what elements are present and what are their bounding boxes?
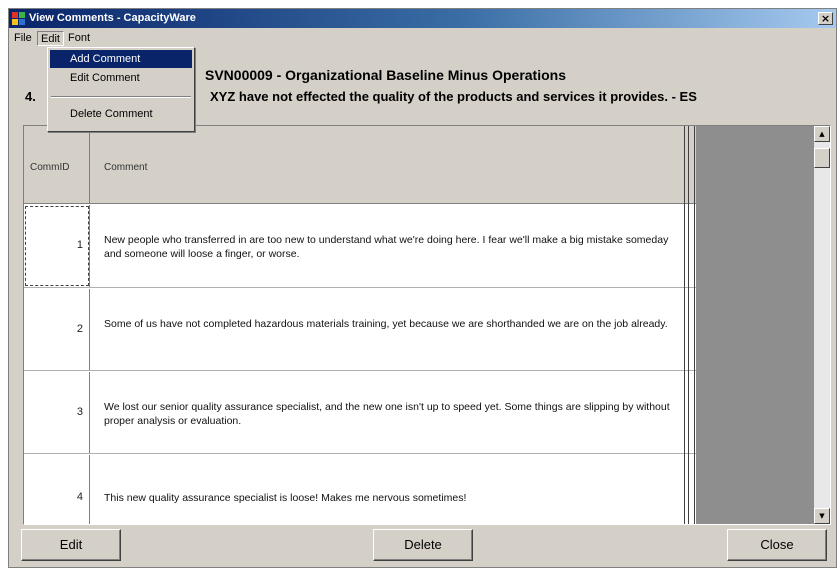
- table-row[interactable]: 4 This new quality assurance specialist …: [24, 455, 696, 524]
- menu-item-add-comment[interactable]: Add Comment: [50, 50, 192, 68]
- row-id: 4: [76, 491, 83, 503]
- row-comment[interactable]: We lost our senior quality assurance spe…: [104, 400, 684, 428]
- comments-grid: CommID Comment 1 New people who transfer…: [23, 125, 831, 525]
- menu-file[interactable]: File: [11, 31, 35, 46]
- grid-divider: [684, 126, 685, 524]
- delete-button-label: Delete: [404, 537, 442, 552]
- row-id: 2: [76, 323, 83, 335]
- row-id-cell[interactable]: 2: [24, 289, 90, 370]
- scroll-thumb[interactable]: [814, 148, 830, 168]
- grid-divider: [694, 126, 695, 524]
- view-comments-window: View Comments - CapacityWare × File Edit…: [8, 8, 837, 568]
- row-comment[interactable]: This new quality assurance specialist is…: [104, 491, 684, 505]
- edit-button-label: Edit: [59, 537, 83, 552]
- row-comment[interactable]: Some of us have not completed hazardous …: [104, 317, 684, 331]
- scroll-down-arrow-icon[interactable]: ▼: [814, 508, 830, 524]
- capacityware-app-icon: [12, 12, 25, 25]
- row-id: 3: [76, 406, 83, 418]
- grid-header: CommID Comment: [24, 126, 696, 204]
- table-row[interactable]: 1 New people who transferred in are too …: [24, 205, 696, 288]
- table-row[interactable]: 3 We lost our senior quality assurance s…: [24, 372, 696, 454]
- survey-heading: SVN00009 - Organizational Baseline Minus…: [205, 67, 566, 83]
- grid-empty-area: [696, 126, 816, 524]
- row-id-cell[interactable]: 3: [24, 372, 90, 453]
- menu-separator: [51, 96, 191, 98]
- header-comment-label[interactable]: Comment: [104, 162, 147, 173]
- menu-bar: File Edit Font: [9, 29, 836, 47]
- menu-font[interactable]: Font: [65, 31, 93, 46]
- row-id-cell[interactable]: 1: [24, 205, 90, 287]
- close-window-button[interactable]: ×: [818, 12, 833, 25]
- header-commid[interactable]: CommID: [24, 126, 90, 204]
- close-button-label: Close: [760, 537, 794, 552]
- table-row[interactable]: 2 Some of us have not completed hazardou…: [24, 289, 696, 371]
- menu-item-delete-comment[interactable]: Delete Comment: [50, 105, 192, 123]
- menu-item-edit-comment[interactable]: Edit Comment: [50, 69, 192, 87]
- question-text: XYZ have not effected the quality of the…: [210, 89, 697, 104]
- delete-button[interactable]: Delete: [373, 529, 473, 561]
- header-commid-label: CommID: [30, 162, 70, 173]
- close-button[interactable]: Close: [727, 529, 827, 561]
- question-number: 4.: [25, 89, 36, 104]
- edit-menu-dropdown: Add Comment Edit Comment Delete Comment: [47, 47, 195, 132]
- window-title: View Comments - CapacityWare: [29, 12, 196, 24]
- row-id-cell[interactable]: 4: [24, 455, 90, 524]
- scroll-up-arrow-icon[interactable]: ▲: [814, 126, 830, 142]
- menu-edit[interactable]: Edit: [37, 31, 64, 46]
- row-id: 1: [76, 239, 83, 251]
- title-bar[interactable]: View Comments - CapacityWare ×: [9, 9, 836, 28]
- edit-button[interactable]: Edit: [21, 529, 121, 561]
- grid-divider: [688, 126, 689, 524]
- row-comment[interactable]: New people who transferred in are too ne…: [104, 233, 684, 261]
- vertical-scrollbar[interactable]: ▲ ▼: [814, 126, 830, 524]
